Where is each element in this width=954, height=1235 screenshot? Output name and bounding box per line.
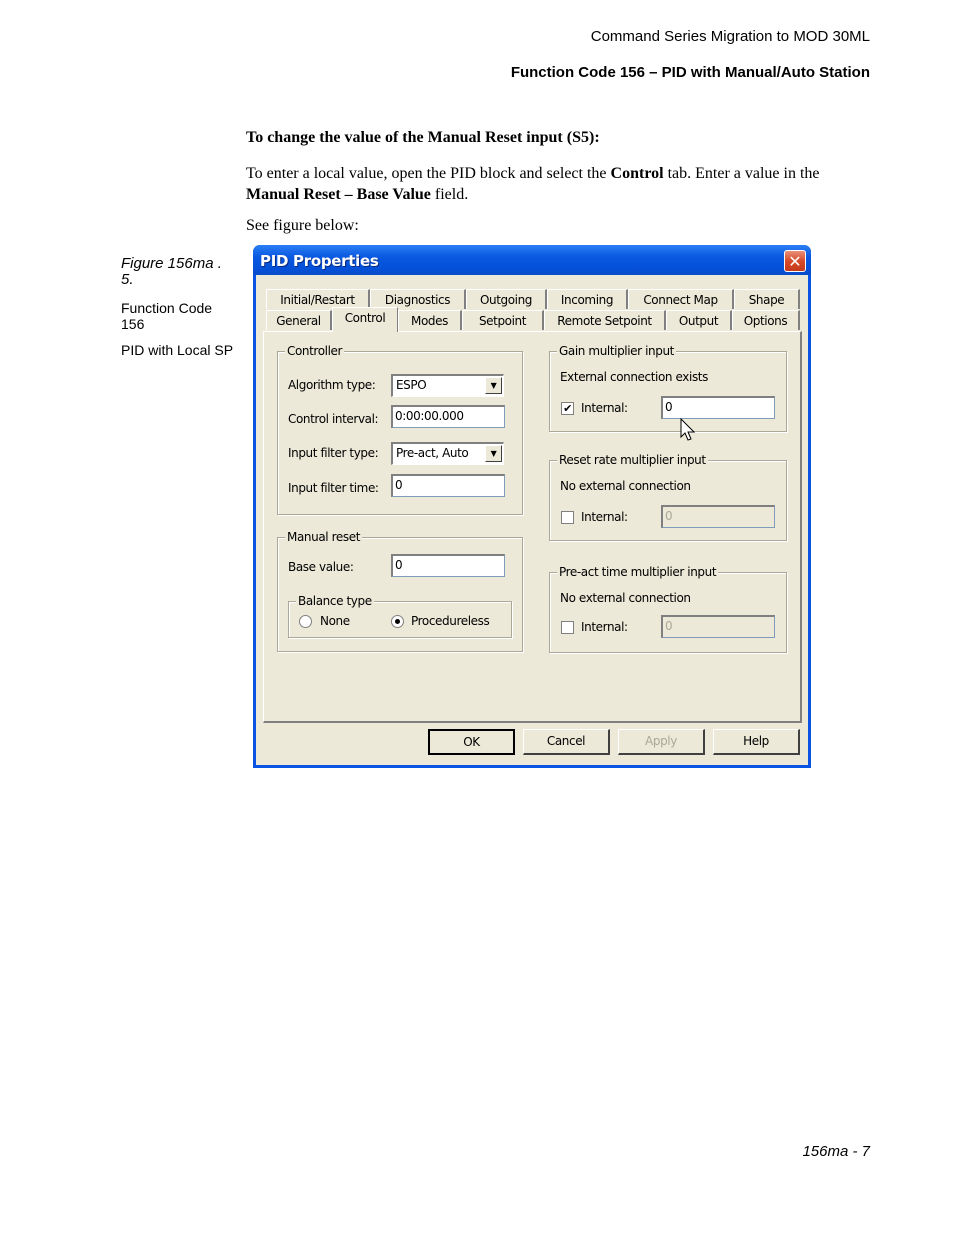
manual-reset-group-label: Manual reset bbox=[285, 530, 363, 544]
check-icon: ✔ bbox=[563, 402, 572, 415]
input-filter-type-select[interactable]: Pre-act, Auto ▼ bbox=[391, 442, 504, 465]
radio-procedureless-label: Procedureless bbox=[411, 614, 490, 628]
preact-internal-input[interactable]: 0 bbox=[661, 615, 775, 638]
control-interval-label: Control interval: bbox=[288, 412, 379, 426]
bold-manual-reset: Manual Reset – Base Value bbox=[246, 186, 431, 203]
tab-setpoint[interactable]: Setpoint bbox=[462, 310, 544, 330]
input-filter-time-label: Input filter time: bbox=[288, 481, 379, 495]
radio-none-label: None bbox=[320, 614, 350, 628]
gain-multiplier-group: Gain multiplier input External connectio… bbox=[549, 344, 787, 432]
cancel-button[interactable]: Cancel bbox=[523, 729, 610, 755]
input-filter-time-input[interactable]: 0 bbox=[391, 474, 505, 497]
tab-incoming[interactable]: Incoming bbox=[547, 289, 628, 309]
pid-properties-dialog: PID Properties ✕ Initial/Restart Diagnos… bbox=[253, 245, 811, 768]
document-title: Command Series Migration to MOD 30ML bbox=[590, 28, 870, 45]
input-filter-type-label: Input filter type: bbox=[288, 446, 379, 460]
tab-shape[interactable]: Shape bbox=[734, 289, 800, 309]
section-title: Function Code 156 – PID with Manual/Auto… bbox=[510, 64, 870, 81]
gain-status-text: External connection exists bbox=[560, 370, 708, 384]
see-figure-text: See figure below: bbox=[246, 217, 359, 234]
bold-control: Control bbox=[610, 165, 664, 182]
base-value-input[interactable]: 0 bbox=[391, 554, 505, 577]
reset-rate-internal-checkbox[interactable] bbox=[561, 511, 574, 524]
radio-none[interactable] bbox=[299, 615, 312, 628]
reset-rate-label: Reset rate multiplier input bbox=[557, 453, 708, 467]
dialog-client: Initial/Restart Diagnostics Outgoing Inc… bbox=[256, 275, 808, 765]
tab-general[interactable]: General bbox=[266, 310, 332, 330]
tab-output[interactable]: Output bbox=[666, 310, 732, 330]
tab-options[interactable]: Options bbox=[732, 310, 800, 330]
tab-connect-map[interactable]: Connect Map bbox=[628, 289, 734, 309]
text: To enter a local value, open the PID blo… bbox=[246, 165, 611, 182]
input-filter-type-value: Pre-act, Auto bbox=[396, 446, 469, 460]
gain-internal-input[interactable]: 0 bbox=[661, 396, 775, 419]
algorithm-type-select[interactable]: ESPO ▼ bbox=[391, 374, 504, 397]
reset-rate-group: Reset rate multiplier input No external … bbox=[549, 453, 787, 541]
chevron-down-icon[interactable]: ▼ bbox=[485, 377, 502, 394]
radio-procedureless[interactable] bbox=[391, 615, 404, 628]
preact-status-text: No external connection bbox=[560, 591, 691, 605]
gain-multiplier-label: Gain multiplier input bbox=[557, 344, 676, 358]
tab-modes[interactable]: Modes bbox=[398, 310, 462, 330]
gain-internal-checkbox[interactable]: ✔ bbox=[561, 402, 574, 415]
text: tab. Enter a value in the bbox=[663, 165, 820, 182]
instruction-heading: To change the value of the Manual Reset … bbox=[246, 129, 600, 146]
balance-type-group: Balance type None Procedureless bbox=[288, 594, 512, 638]
base-value-label: Base value: bbox=[288, 560, 354, 574]
dialog-title: PID Properties bbox=[260, 252, 379, 270]
tab-initial-restart[interactable]: Initial/Restart bbox=[266, 289, 370, 309]
sidebar-pid-local-sp: PID with Local SP bbox=[121, 342, 234, 358]
tab-diagnostics[interactable]: Diagnostics bbox=[370, 289, 466, 309]
chevron-down-icon[interactable]: ▼ bbox=[485, 445, 502, 462]
mouse-cursor-icon bbox=[680, 418, 696, 441]
text: field. bbox=[430, 186, 469, 203]
figure-caption: Figure 156ma . 5. bbox=[121, 255, 222, 288]
control-interval-input[interactable]: 0:00:00.000 bbox=[391, 405, 505, 428]
sidebar-function-code: Function Code 156 bbox=[121, 300, 213, 332]
balance-type-label: Balance type bbox=[296, 594, 374, 608]
gain-internal-label: Internal: bbox=[581, 401, 628, 415]
preact-time-group: Pre-act time multiplier input No externa… bbox=[549, 565, 787, 653]
help-button[interactable]: Help bbox=[713, 729, 800, 755]
algorithm-type-label: Algorithm type: bbox=[288, 378, 376, 392]
controller-group: Controller Algorithm type: ESPO ▼ Control… bbox=[277, 344, 523, 515]
control-tab-panel: Controller Algorithm type: ESPO ▼ Control… bbox=[263, 331, 802, 723]
close-button[interactable]: ✕ bbox=[784, 250, 806, 272]
controller-group-label: Controller bbox=[285, 344, 345, 358]
tab-remote-setpoint[interactable]: Remote Setpoint bbox=[544, 310, 666, 330]
tab-control[interactable]: Control bbox=[332, 307, 398, 332]
tab-outgoing[interactable]: Outgoing bbox=[466, 289, 547, 309]
instruction-paragraph: To enter a local value, open the PID blo… bbox=[246, 163, 876, 205]
title-bar[interactable]: PID Properties ✕ bbox=[253, 245, 811, 275]
preact-internal-label: Internal: bbox=[581, 620, 628, 634]
manual-reset-group: Manual reset Base value: 0 Balance type … bbox=[277, 530, 523, 652]
algorithm-type-value: ESPO bbox=[396, 378, 427, 392]
close-icon: ✕ bbox=[788, 252, 802, 271]
page-number: 156ma - 7 bbox=[802, 1143, 870, 1160]
radio-selected-dot bbox=[395, 619, 400, 624]
apply-button[interactable]: Apply bbox=[618, 729, 705, 755]
reset-rate-internal-label: Internal: bbox=[581, 510, 628, 524]
reset-rate-status-text: No external connection bbox=[560, 479, 691, 493]
ok-button[interactable]: OK bbox=[428, 729, 515, 755]
preact-internal-checkbox[interactable] bbox=[561, 621, 574, 634]
preact-time-label: Pre-act time multiplier input bbox=[557, 565, 719, 579]
reset-rate-internal-input[interactable]: 0 bbox=[661, 505, 775, 528]
